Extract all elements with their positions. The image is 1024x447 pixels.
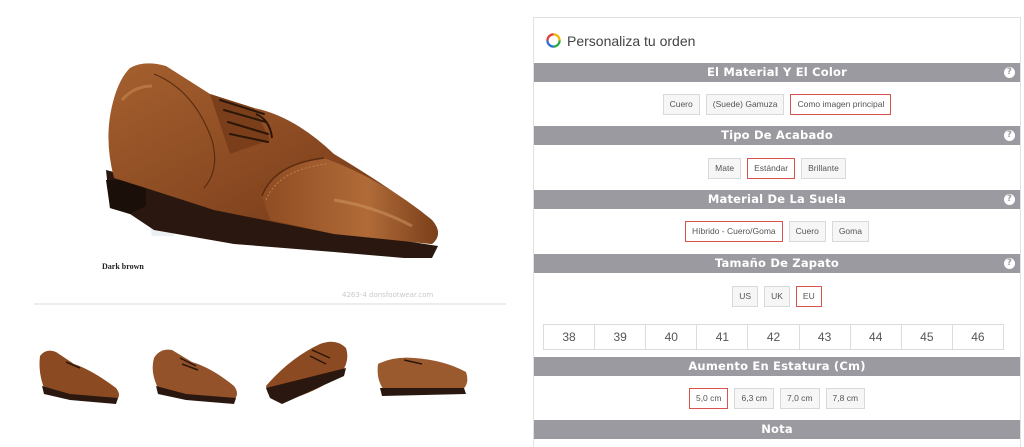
help-icon[interactable]: ?	[1004, 130, 1015, 141]
shoe-thumbnail-icon	[152, 349, 237, 404]
option-size-uk[interactable]: UK	[764, 286, 790, 307]
section-header-sole: Material De La Suela ?	[534, 190, 1020, 209]
section-header-height: Aumento En Estatura (Cm)	[534, 357, 1020, 376]
option-finish-mate[interactable]: Mate	[708, 158, 742, 179]
option-height-7-0[interactable]: 7,0 cm	[780, 388, 820, 409]
size-option-41[interactable]: 41	[697, 325, 749, 349]
size-option-42[interactable]: 42	[748, 325, 800, 349]
option-size-eu[interactable]: EU	[795, 286, 822, 307]
material-options: Cuero (Suede) Gamuza Como imagen princip…	[534, 92, 1020, 117]
shoe-thumbnail-icon	[39, 350, 119, 404]
option-sole-cuero[interactable]: Cuero	[788, 221, 826, 242]
size-grid: 38 39 40 41 42 43 44 45 46	[543, 324, 1004, 350]
section-title: Tipo De Acabado	[721, 128, 833, 142]
size-option-46[interactable]: 46	[953, 325, 1003, 349]
shoe-thumbnail-icon	[266, 341, 348, 404]
section-title: Nota	[761, 422, 793, 436]
help-icon[interactable]: ?	[1004, 258, 1015, 269]
section-title: Material De La Suela	[707, 192, 847, 206]
color-caption: Dark brown	[102, 262, 144, 271]
shoe-thumbnail-icon	[377, 357, 468, 396]
main-product-image[interactable]: Dark brown 4263-4 donsfootwear.com	[34, 30, 506, 304]
product-gallery: Dark brown 4263-4 donsfootwear.com	[0, 0, 530, 447]
gallery-divider	[34, 303, 506, 305]
section-title: Tamaño De Zapato	[715, 256, 839, 270]
section-header-note: Nota	[534, 420, 1020, 439]
finish-options: Mate Estándar Brillante	[534, 156, 1020, 181]
section-header-material: El Material Y El Color ?	[534, 63, 1020, 82]
thumbnail-2[interactable]	[146, 328, 242, 412]
panel-title: Personaliza tu orden	[567, 33, 696, 49]
section-title: Aumento En Estatura (Cm)	[688, 359, 866, 373]
section-header-finish: Tipo De Acabado ?	[534, 126, 1020, 145]
option-sole-goma[interactable]: Goma	[831, 221, 869, 242]
size-option-38[interactable]: 38	[544, 325, 596, 349]
color-ring-icon	[546, 33, 561, 48]
size-system-options: US UK EU	[534, 284, 1020, 309]
option-height-5-0[interactable]: 5,0 cm	[688, 388, 729, 409]
watermark-text: 4263-4 donsfootwear.com	[342, 291, 434, 299]
size-option-45[interactable]: 45	[902, 325, 953, 349]
option-finish-estandar[interactable]: Estándar	[747, 158, 796, 179]
thumbnail-strip	[30, 328, 490, 412]
size-option-44[interactable]: 44	[851, 325, 902, 349]
help-icon[interactable]: ?	[1004, 194, 1015, 205]
size-option-43[interactable]: 43	[800, 325, 851, 349]
option-height-7-8[interactable]: 7,8 cm	[825, 388, 866, 409]
option-height-6-3[interactable]: 6,3 cm	[734, 388, 774, 409]
customize-order-panel: Personaliza tu orden El Material Y El Co…	[533, 17, 1021, 447]
thumbnail-4[interactable]	[374, 328, 470, 412]
option-size-us[interactable]: US	[732, 286, 759, 307]
help-icon[interactable]: ?	[1004, 67, 1015, 78]
sole-options: Híbrido - Cuero/Goma Cuero Goma	[534, 219, 1020, 244]
thumbnail-1[interactable]	[30, 328, 126, 412]
option-finish-brillante[interactable]: Brillante	[801, 158, 846, 179]
option-sole-hybrid[interactable]: Híbrido - Cuero/Goma	[685, 221, 783, 242]
height-options: 5,0 cm 6,3 cm 7,0 cm 7,8 cm	[534, 386, 1020, 411]
size-option-39[interactable]: 39	[595, 325, 647, 349]
option-material-main-image[interactable]: Como imagen principal	[790, 94, 892, 115]
option-material-cuero[interactable]: Cuero	[662, 94, 700, 115]
thumbnail-3[interactable]	[260, 328, 356, 412]
section-title: El Material Y El Color	[706, 65, 847, 79]
section-header-size: Tamaño De Zapato ?	[534, 254, 1020, 273]
panel-header: Personaliza tu orden	[534, 18, 1020, 63]
size-option-40[interactable]: 40	[646, 325, 698, 349]
option-material-gamuza[interactable]: (Suede) Gamuza	[705, 94, 785, 115]
